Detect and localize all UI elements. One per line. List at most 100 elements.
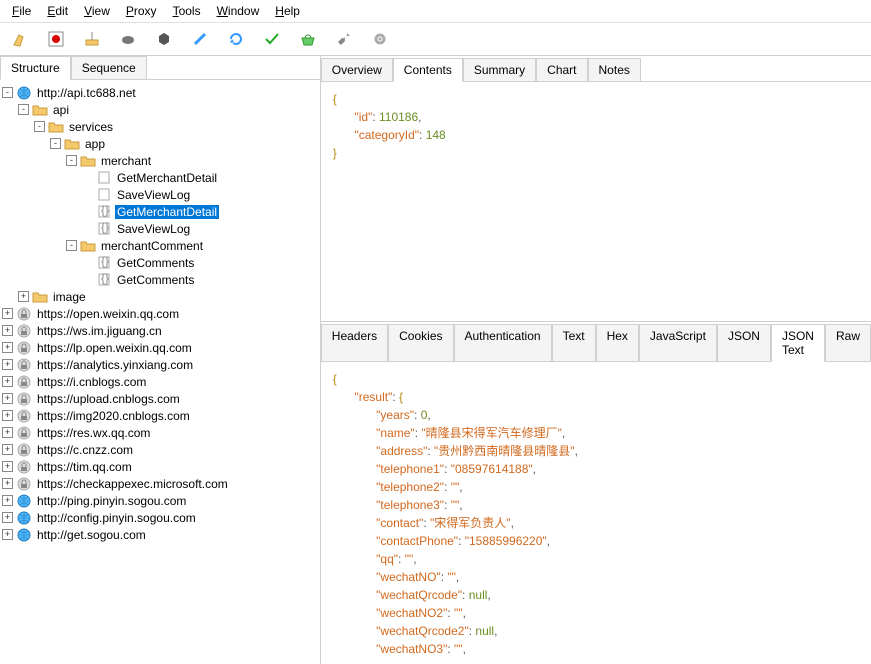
tree-label[interactable]: services: [67, 120, 115, 134]
expand-icon[interactable]: +: [2, 444, 13, 455]
check-icon[interactable]: [262, 29, 282, 49]
tree-label[interactable]: SaveViewLog: [115, 188, 192, 202]
tree-row[interactable]: +https://checkappexec.microsoft.com: [2, 475, 318, 492]
tree-row[interactable]: + http://ping.pinyin.sogou.com: [2, 492, 318, 509]
tree-label[interactable]: https://img2020.cnblogs.com: [35, 409, 192, 423]
record-icon[interactable]: [46, 29, 66, 49]
tree-label[interactable]: https://lp.open.weixin.qq.com: [35, 341, 194, 355]
basket-icon[interactable]: [298, 29, 318, 49]
tab-structure[interactable]: Structure: [0, 56, 71, 80]
tab-cookies[interactable]: Cookies: [388, 324, 453, 361]
tree-row[interactable]: GetMerchantDetail: [2, 169, 318, 186]
expand-icon[interactable]: +: [2, 308, 13, 319]
menu-help[interactable]: Help: [267, 2, 308, 20]
tree-label[interactable]: GetComments: [115, 256, 196, 270]
collapse-icon[interactable]: -: [2, 87, 13, 98]
tree-row[interactable]: + https://upload.cnblogs.com: [2, 390, 318, 407]
tree-row[interactable]: + image: [2, 288, 318, 305]
tree-row[interactable]: + https://tim.qq.com: [2, 458, 318, 475]
tree-label[interactable]: https://checkappexec.microsoft.com: [35, 477, 230, 491]
tree-row[interactable]: SaveViewLog: [2, 186, 318, 203]
menu-edit[interactable]: Edit: [39, 2, 76, 20]
menu-proxy[interactable]: Proxy: [118, 2, 165, 20]
menu-view[interactable]: View: [76, 2, 118, 20]
tab-text[interactable]: Text: [552, 324, 596, 361]
expand-icon[interactable]: +: [2, 410, 13, 421]
collapse-icon[interactable]: -: [34, 121, 45, 132]
tree-label[interactable]: https://tim.qq.com: [35, 460, 134, 474]
menu-window[interactable]: Window: [209, 2, 268, 20]
tree-label[interactable]: https://c.cnzz.com: [35, 443, 135, 457]
tree-label[interactable]: http://config.pinyin.sogou.com: [35, 511, 198, 525]
tree-row[interactable]: {}GetComments: [2, 271, 318, 288]
tab-raw[interactable]: Raw: [825, 324, 871, 361]
expand-icon[interactable]: +: [2, 325, 13, 336]
tab-chart[interactable]: Chart: [536, 58, 587, 81]
expand-icon[interactable]: +: [2, 359, 13, 370]
tree-label[interactable]: http://ping.pinyin.sogou.com: [35, 494, 188, 508]
tree-label[interactable]: GetMerchantDetail: [115, 205, 219, 219]
tab-json-text[interactable]: JSON Text: [771, 324, 825, 362]
tree-row[interactable]: + https://ws.im.jiguang.cn: [2, 322, 318, 339]
expand-icon[interactable]: +: [2, 393, 13, 404]
tab-javascript[interactable]: JavaScript: [639, 324, 717, 361]
tree-label[interactable]: https://analytics.yinxiang.com: [35, 358, 195, 372]
tab-hex[interactable]: Hex: [596, 324, 639, 361]
expand-icon[interactable]: +: [2, 512, 13, 523]
tree-label[interactable]: merchant: [99, 154, 153, 168]
tree-row[interactable]: + https://i.cnblogs.com: [2, 373, 318, 390]
tab-headers[interactable]: Headers: [321, 324, 388, 361]
tree-label[interactable]: https://ws.im.jiguang.cn: [35, 324, 164, 338]
tree-label[interactable]: GetComments: [115, 273, 196, 287]
tree-row[interactable]: {}SaveViewLog: [2, 220, 318, 237]
tree-row[interactable]: {}GetMerchantDetail: [2, 203, 318, 220]
tree-row[interactable]: + http://config.pinyin.sogou.com: [2, 509, 318, 526]
pen-icon[interactable]: [190, 29, 210, 49]
tree-row[interactable]: + https://analytics.yinxiang.com: [2, 356, 318, 373]
collapse-icon[interactable]: -: [50, 138, 61, 149]
expand-icon[interactable]: +: [2, 427, 13, 438]
tree-row[interactable]: - http://api.tc688.net: [2, 84, 318, 101]
expand-icon[interactable]: +: [2, 495, 13, 506]
tab-authentication[interactable]: Authentication: [454, 324, 552, 361]
expand-icon[interactable]: +: [2, 342, 13, 353]
tree-label[interactable]: GetMerchantDetail: [115, 171, 219, 185]
tree-row[interactable]: + https://lp.open.weixin.qq.com: [2, 339, 318, 356]
tab-summary[interactable]: Summary: [463, 58, 536, 81]
tree-row[interactable]: +https://open.weixin.qq.com: [2, 305, 318, 322]
tree-label[interactable]: app: [83, 137, 107, 151]
turtle-icon[interactable]: [118, 29, 138, 49]
gear-icon[interactable]: [370, 29, 390, 49]
expand-icon[interactable]: +: [2, 376, 13, 387]
collapse-icon[interactable]: -: [18, 104, 29, 115]
tree-row[interactable]: + https://img2020.cnblogs.com: [2, 407, 318, 424]
expand-icon[interactable]: +: [18, 291, 29, 302]
tree-label[interactable]: https://upload.cnblogs.com: [35, 392, 182, 406]
tab-notes[interactable]: Notes: [588, 58, 641, 81]
expand-icon[interactable]: +: [2, 461, 13, 472]
tree-label[interactable]: SaveViewLog: [115, 222, 192, 236]
refresh-icon[interactable]: [226, 29, 246, 49]
tree-row[interactable]: -api: [2, 101, 318, 118]
collapse-icon[interactable]: -: [66, 240, 77, 251]
sweep-icon[interactable]: [82, 29, 102, 49]
tree-label[interactable]: https://i.cnblogs.com: [35, 375, 148, 389]
menu-file[interactable]: File: [4, 2, 39, 20]
wrench-icon[interactable]: [334, 29, 354, 49]
tree-row[interactable]: + https://c.cnzz.com: [2, 441, 318, 458]
menu-tools[interactable]: Tools: [165, 2, 209, 20]
hexagon-icon[interactable]: [154, 29, 174, 49]
collapse-icon[interactable]: -: [66, 155, 77, 166]
expand-icon[interactable]: +: [2, 529, 13, 540]
tree-label[interactable]: image: [51, 290, 88, 304]
tab-sequence[interactable]: Sequence: [71, 56, 147, 79]
tab-overview[interactable]: Overview: [321, 58, 393, 81]
tree-label[interactable]: https://res.wx.qq.com: [35, 426, 152, 440]
tree-row[interactable]: {}GetComments: [2, 254, 318, 271]
tree-row[interactable]: - merchant: [2, 152, 318, 169]
tree-label[interactable]: http://api.tc688.net: [35, 86, 138, 100]
tree-row[interactable]: +http://get.sogou.com: [2, 526, 318, 543]
tree-row[interactable]: - app: [2, 135, 318, 152]
tree-row[interactable]: - services: [2, 118, 318, 135]
tree-row[interactable]: + https://res.wx.qq.com: [2, 424, 318, 441]
